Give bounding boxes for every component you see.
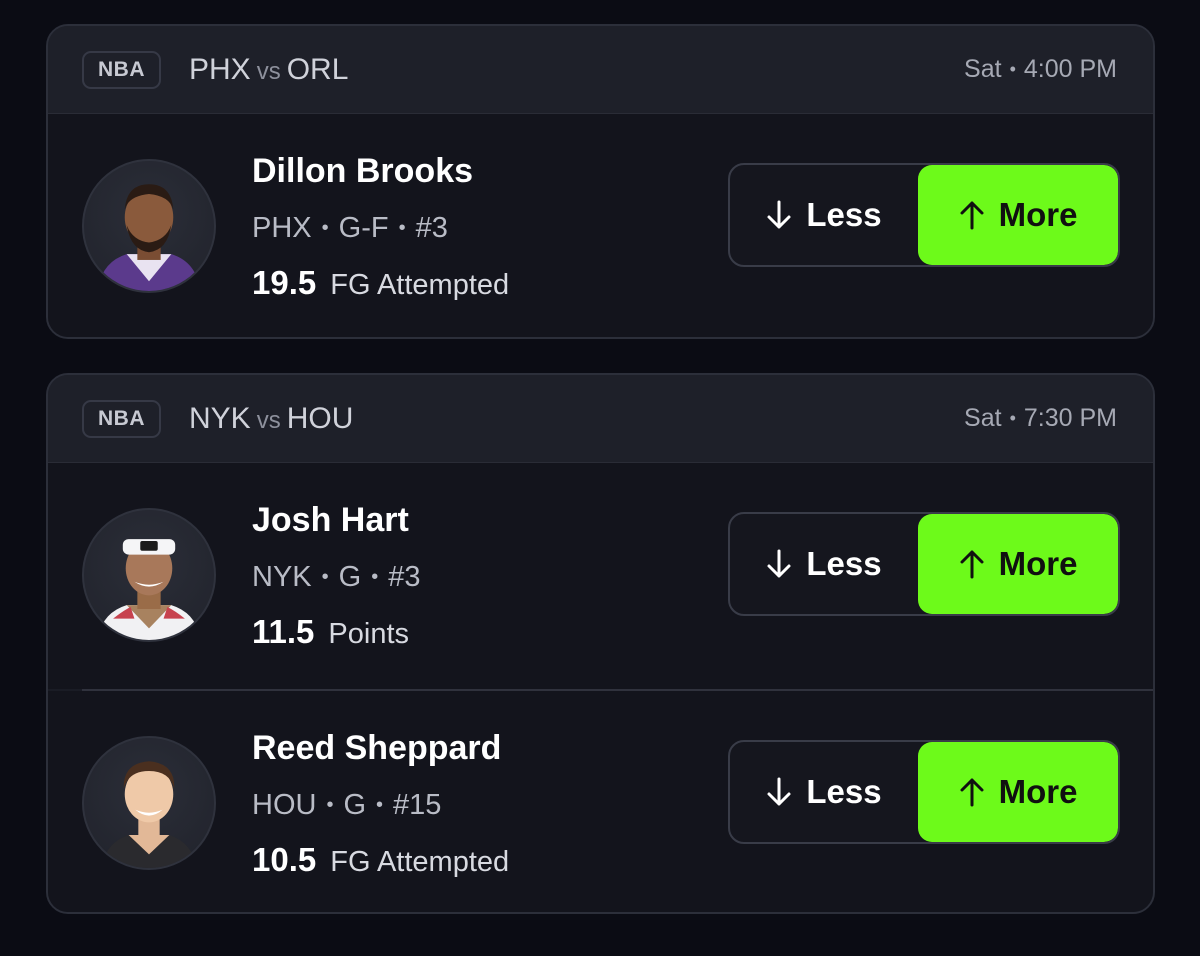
arrow-down-icon: [766, 200, 792, 230]
vs-label: vs: [256, 406, 281, 434]
separator-dot: •: [321, 566, 329, 588]
player-meta: HOU • G • #15: [252, 789, 441, 822]
projection-stat: FG Attempted: [330, 269, 510, 301]
player-team: HOU: [252, 789, 317, 821]
league-badge: NBA: [82, 50, 161, 89]
player-number: #3: [415, 212, 448, 244]
player-photo-icon: [101, 761, 197, 868]
projection-stat: Points: [328, 618, 410, 650]
arrow-down-icon: [766, 549, 792, 579]
player-photo-icon: [97, 184, 201, 291]
separator-dot: •: [326, 794, 334, 816]
projection: 19.5 FG Attempted: [252, 264, 509, 302]
projection-value: 19.5: [252, 264, 317, 301]
projection-value: 11.5: [252, 613, 315, 650]
separator-dot: •: [1009, 59, 1016, 79]
player-avatar: [82, 159, 216, 293]
game-card: NBA NYK vs HOU Sat • 7:30 PM Josh Hart N…: [46, 373, 1155, 914]
projection: 10.5 FG Attempted: [252, 841, 509, 879]
arrow-up-icon: [959, 200, 985, 230]
more-label: More: [998, 773, 1078, 810]
more-label: More: [998, 545, 1078, 582]
pick-toggle: Less More: [728, 163, 1120, 267]
matchup: PHX vs ORL: [189, 53, 348, 87]
separator-dot: •: [371, 566, 379, 588]
player-position: G: [343, 789, 367, 821]
pick-toggle: Less More: [728, 740, 1120, 844]
player-team: NYK: [252, 561, 312, 593]
player-team: PHX: [252, 212, 312, 244]
player-name: Reed Sheppard: [252, 729, 502, 767]
game-clock: 7:30 PM: [1023, 404, 1117, 432]
game-header: NBA PHX vs ORL Sat • 4:00 PM: [48, 26, 1153, 114]
more-button[interactable]: More: [918, 742, 1118, 842]
home-team: PHX: [189, 52, 251, 86]
more-label: More: [998, 196, 1078, 233]
matchup: NYK vs HOU: [189, 402, 353, 436]
less-label: Less: [806, 196, 882, 233]
player-row[interactable]: Josh Hart NYK • G • #3 11.5 Points Less: [48, 463, 1153, 689]
player-avatar: [82, 508, 216, 642]
league-badge: NBA: [82, 399, 161, 438]
player-row[interactable]: Dillon Brooks PHX • G-F • #3 19.5 FG Att…: [48, 114, 1153, 337]
separator-dot: •: [1009, 408, 1016, 428]
player-name: Josh Hart: [252, 501, 409, 539]
player-number: #3: [388, 561, 421, 593]
game-day: Sat: [964, 404, 1002, 432]
less-button[interactable]: Less: [730, 742, 918, 842]
away-team: HOU: [286, 401, 354, 435]
less-button[interactable]: Less: [730, 514, 918, 614]
arrow-down-icon: [766, 777, 792, 807]
player-position: G-F: [338, 212, 389, 244]
arrow-up-icon: [959, 549, 985, 579]
separator-dot: •: [321, 217, 329, 239]
player-name: Dillon Brooks: [252, 152, 474, 190]
away-team: ORL: [286, 52, 349, 86]
game-day: Sat: [964, 55, 1002, 83]
pick-toggle: Less More: [728, 512, 1120, 616]
game-time: Sat • 7:30 PM: [964, 404, 1117, 433]
vs-label: vs: [256, 57, 281, 85]
player-photo-icon: [97, 539, 201, 640]
arrow-up-icon: [959, 777, 985, 807]
game-card: NBA PHX vs ORL Sat • 4:00 PM Dillon Broo…: [46, 24, 1155, 339]
projection: 11.5 Points: [252, 613, 409, 651]
more-button[interactable]: More: [918, 165, 1118, 265]
separator-dot: •: [376, 794, 384, 816]
game-clock: 4:00 PM: [1023, 55, 1117, 83]
player-row[interactable]: Reed Sheppard HOU • G • #15 10.5 FG Atte…: [48, 691, 1153, 912]
less-label: Less: [806, 773, 882, 810]
game-time: Sat • 4:00 PM: [964, 55, 1117, 84]
player-avatar: [82, 736, 216, 870]
projection-stat: FG Attempted: [330, 846, 510, 878]
more-button[interactable]: More: [918, 514, 1118, 614]
player-meta: PHX • G-F • #3: [252, 212, 448, 245]
less-button[interactable]: Less: [730, 165, 918, 265]
player-meta: NYK • G • #3: [252, 561, 421, 594]
separator-dot: •: [398, 217, 406, 239]
player-number: #15: [393, 789, 442, 821]
home-team: NYK: [189, 401, 251, 435]
player-position: G: [338, 561, 362, 593]
less-label: Less: [806, 545, 882, 582]
game-header: NBA NYK vs HOU Sat • 7:30 PM: [48, 375, 1153, 463]
projection-value: 10.5: [252, 841, 317, 878]
pick-list: NBA PHX vs ORL Sat • 4:00 PM Dillon Broo…: [0, 0, 1200, 956]
